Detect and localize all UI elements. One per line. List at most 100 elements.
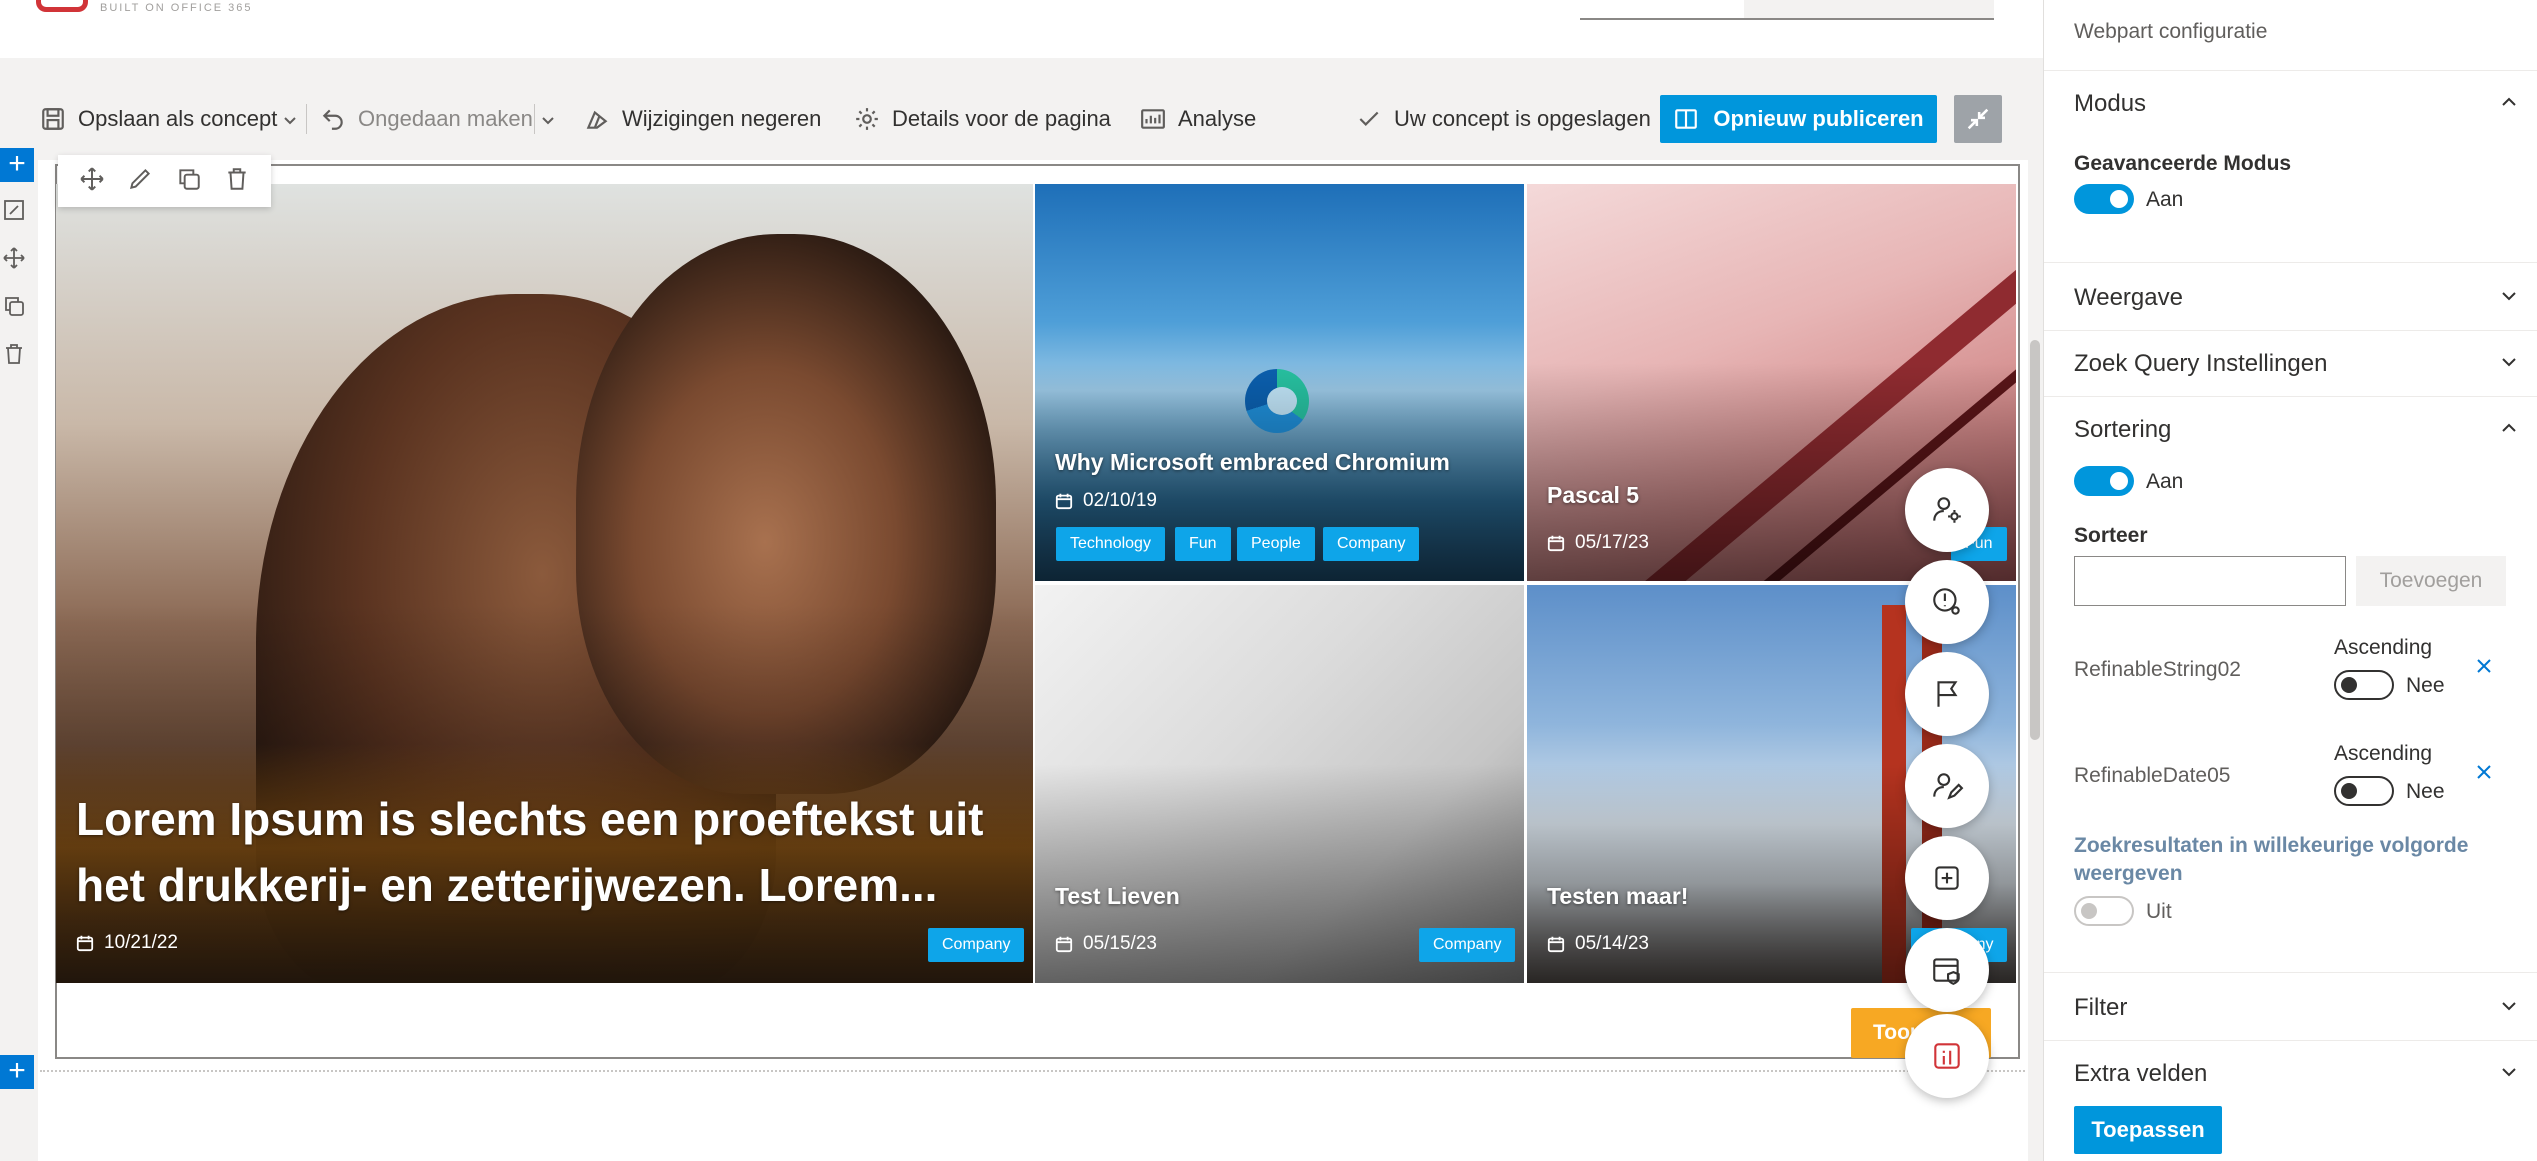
calendar-icon [1547, 936, 1565, 953]
undo-label: Ongedaan maken [358, 106, 533, 131]
tile-date: 05/14/23 [1547, 933, 1649, 955]
sort-direction-label: Ascending [2334, 636, 2433, 659]
user-settings-icon [1933, 497, 1961, 523]
section-extra-velden-header[interactable]: Extra velden [2074, 1060, 2207, 1082]
delete-section-icon[interactable] [2, 342, 28, 368]
section-weergave-header[interactable]: Weergave [2074, 284, 2183, 312]
calendar-icon [76, 935, 94, 952]
user-settings-fab[interactable] [1905, 468, 1989, 552]
close-icon[interactable] [2474, 656, 2498, 680]
calendar-icon [1055, 493, 1073, 510]
flag-icon [1937, 681, 1958, 707]
section-divider [40, 1070, 2025, 1072]
save-options-dropdown[interactable] [282, 106, 302, 132]
undo-options-dropdown[interactable] [540, 106, 560, 132]
add-item-fab[interactable] [1905, 836, 1989, 920]
tile-title[interactable]: Test Lieven [1055, 883, 1180, 910]
news-tile-lieven[interactable]: Test Lieven 05/15/23 Company [1035, 585, 1524, 983]
add-section-top-button[interactable]: + [0, 148, 34, 182]
sort-enabled-toggle[interactable] [2074, 466, 2134, 496]
publish-icon [1675, 109, 1698, 129]
duplicate-section-icon[interactable] [2, 294, 28, 320]
tile-date: 05/15/23 [1055, 933, 1157, 955]
chevron-up-icon[interactable] [2499, 418, 2521, 440]
undo-button[interactable]: Ongedaan maken [320, 92, 533, 146]
tag-badge[interactable]: Technology [1056, 527, 1165, 561]
section-zoek-query-header[interactable]: Zoek Query Instellingen [2074, 350, 2327, 378]
discard-changes-button[interactable]: Wijzigingen negeren [584, 92, 821, 146]
tag-badge[interactable]: Company [1419, 928, 1516, 962]
user-edit-fab[interactable] [1905, 744, 1989, 828]
news-tile-chromium[interactable]: Why Microsoft embraced Chromium 02/10/19… [1035, 184, 1524, 581]
sort-field-input[interactable] [2074, 556, 2346, 606]
delete-icon[interactable] [224, 166, 250, 197]
brand-fab[interactable] [1905, 1014, 1989, 1098]
section-filter-header[interactable]: Filter [2074, 994, 2127, 1022]
tile-date: 02/10/19 [1055, 490, 1157, 512]
tag-badge[interactable]: Company [1323, 527, 1420, 561]
undo-icon [322, 109, 343, 130]
tag-badge[interactable]: Company [928, 928, 1025, 962]
search-button[interactable] [1744, 0, 1994, 18]
random-order-label: Zoekresultaten in willekeurige volgorde … [2074, 834, 2469, 885]
calendar-security-icon [1933, 958, 1960, 985]
calendar-security-fab[interactable] [1905, 928, 1989, 1012]
sort-field-name: RefinableString02 [2074, 658, 2241, 681]
sort-add-button[interactable]: Toevoegen [2356, 556, 2506, 606]
news-tile-main[interactable]: Lorem Ipsum is slechts een proeftekst ui… [56, 184, 1033, 983]
section-modus-header[interactable]: Modus [2074, 90, 2146, 118]
tile-title[interactable]: Testen maar! [1547, 883, 1688, 910]
collapse-panel-button[interactable] [1954, 95, 2002, 143]
move-icon[interactable] [79, 166, 105, 197]
chevron-down-icon[interactable] [2499, 286, 2521, 308]
chevron-down-icon[interactable] [2499, 352, 2521, 374]
discard-icon [586, 110, 608, 129]
logo-tagline: BUILT ON OFFICE 365 [100, 2, 253, 14]
republish-button[interactable]: Opnieuw publiceren [1660, 95, 1937, 143]
republish-label: Opnieuw publiceren [1713, 106, 1924, 131]
tag-badge[interactable]: People [1237, 527, 1315, 561]
chevron-down-icon[interactable] [2499, 996, 2521, 1018]
check-icon [1359, 111, 1379, 126]
tag-badge[interactable]: Fun [1175, 527, 1231, 561]
search-box[interactable] [1580, 0, 1994, 20]
tile-title[interactable]: Pascal 5 [1547, 482, 1639, 509]
site-logo[interactable] [36, 0, 88, 12]
sort-field-name: RefinableDate05 [2074, 764, 2231, 787]
edit-section-icon[interactable] [2, 198, 28, 224]
page-details-button[interactable]: Details voor de pagina [854, 92, 1111, 146]
sort-direction-toggle[interactable] [2334, 776, 2394, 806]
tile-date-label: 05/17/23 [1575, 532, 1649, 553]
tile-title[interactable]: Why Microsoft embraced Chromium [1055, 449, 1450, 476]
edit-icon[interactable] [127, 166, 153, 197]
advanced-mode-toggle[interactable] [2074, 184, 2134, 214]
chevron-down-icon[interactable] [2499, 1062, 2521, 1084]
chevron-up-icon[interactable] [2499, 92, 2521, 114]
move-section-icon[interactable] [2, 246, 28, 272]
sort-direction-toggle[interactable] [2334, 670, 2394, 700]
tile-title[interactable]: Lorem Ipsum is slechts een proeftekst ui… [76, 786, 1006, 918]
panel-divider [2044, 1040, 2537, 1041]
flag-fab[interactable] [1905, 652, 1989, 736]
section-sortering-header[interactable]: Sortering [2074, 416, 2171, 444]
toolbar-divider [306, 104, 307, 134]
chevron-down-icon [284, 117, 296, 125]
save-icon [42, 108, 64, 130]
duplicate-icon[interactable] [176, 166, 202, 197]
add-section-bottom-button[interactable]: + [0, 1055, 34, 1089]
scrollbar[interactable] [2030, 340, 2040, 740]
analytics-button[interactable]: Analyse [1140, 92, 1256, 146]
sort-enabled-value: Aan [2146, 470, 2184, 493]
panel-divider [2044, 972, 2537, 973]
apply-button[interactable]: Toepassen [2074, 1106, 2222, 1154]
tile-date-label: 05/14/23 [1575, 933, 1649, 954]
site-header: BUILT ON OFFICE 365 [0, 0, 2043, 58]
save-status-label: Uw concept is opgeslagen [1394, 106, 1651, 131]
random-order-toggle[interactable] [2074, 896, 2134, 926]
toolbar-divider [534, 104, 535, 134]
alert-settings-fab[interactable] [1905, 560, 1989, 644]
panel-divider [2044, 262, 2537, 263]
close-icon[interactable] [2474, 762, 2498, 786]
save-draft-button[interactable]: Opslaan als concept [40, 92, 277, 146]
sort-direction-value: Nee [2406, 780, 2445, 803]
